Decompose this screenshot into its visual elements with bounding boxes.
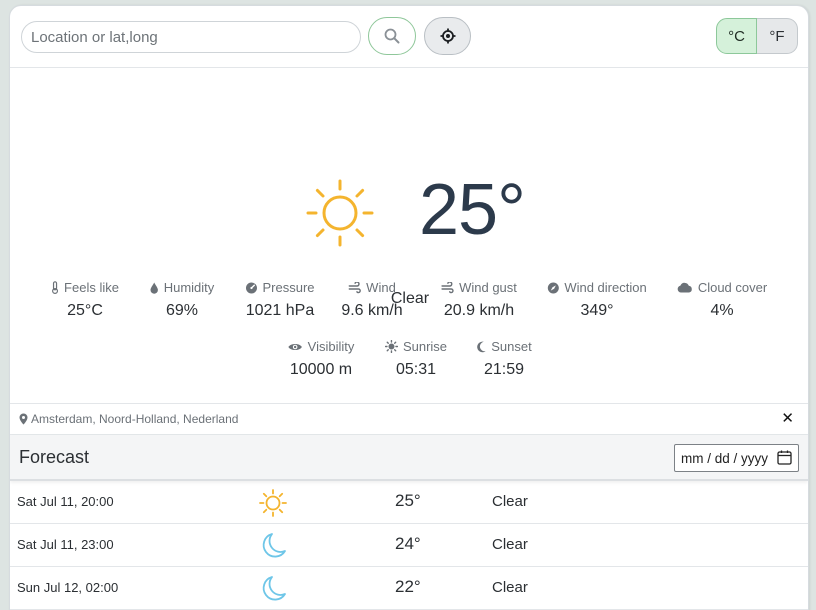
top-bar: °C °F: [10, 6, 808, 68]
forecast-date-input[interactable]: mm / dd / yyyy: [674, 444, 799, 472]
forecast-row: Sun Jul 12, 02:00 22° Clear: [10, 567, 808, 610]
fahrenheit-button[interactable]: °F: [757, 18, 798, 54]
stat-cloud-cover: Cloud cover 4%: [677, 280, 767, 320]
current-weather: 25° Clear Feels like 25°C Humidity 69% P…: [10, 68, 808, 404]
stat-sunrise: Sunrise 05:31: [384, 339, 447, 379]
moon-icon: [262, 576, 286, 601]
sun-icon: [306, 179, 374, 247]
forecast-header: Forecast mm / dd / yyyy: [10, 435, 808, 481]
sun-icon: [259, 489, 287, 517]
locate-me-button[interactable]: [424, 17, 471, 55]
stat-humidity: Humidity 69%: [150, 280, 214, 320]
current-temperature: 25°: [419, 170, 526, 250]
stat-feels-like: Feels like 25°C: [51, 280, 119, 320]
moon-icon: [262, 533, 286, 558]
eye-icon: [288, 343, 302, 350]
close-location-button[interactable]: ✕: [781, 409, 794, 429]
unit-toggle: °C °F: [716, 18, 798, 54]
stat-wind-direction: Wind direction 349°: [547, 280, 647, 320]
gauge-icon: [245, 282, 257, 293]
wind-icon: [348, 281, 361, 293]
search-input[interactable]: [21, 21, 361, 53]
forecast-row: Sat Jul 11, 23:00 24° Clear: [10, 524, 808, 567]
map-pin-icon: [19, 413, 28, 425]
droplet-icon: [150, 282, 158, 294]
search-icon: [384, 28, 400, 44]
location-name: Amsterdam, Noord-Holland, Nederland: [31, 412, 239, 426]
thermometer-icon: [52, 281, 59, 294]
wind-gust-icon: [441, 281, 454, 293]
crosshair-icon: [440, 28, 455, 44]
weather-app: °C °F 25° Clear: [9, 5, 809, 610]
search-button[interactable]: [368, 17, 416, 55]
compass-icon: [547, 282, 559, 293]
stat-wind-gust: Wind gust 20.9 km/h: [441, 280, 517, 320]
moon-icon: [477, 341, 486, 352]
forecast-row: Sat Jul 11, 20:00 25° Clear: [10, 481, 808, 524]
celsius-button[interactable]: °C: [716, 18, 757, 54]
stat-visibility: Visibility 10000 m: [288, 339, 354, 379]
cloud-icon: [677, 282, 692, 293]
sunrise-icon: [384, 340, 398, 353]
location-bar: Amsterdam, Noord-Holland, Nederland ✕: [10, 404, 808, 435]
calendar-icon[interactable]: [777, 450, 792, 465]
stat-pressure: Pressure 1021 hPa: [245, 280, 315, 319]
stat-sunset: Sunset 21:59: [476, 339, 532, 379]
forecast-title: Forecast: [19, 447, 90, 467]
stat-wind: Wind 9.6 km/h: [341, 280, 403, 319]
